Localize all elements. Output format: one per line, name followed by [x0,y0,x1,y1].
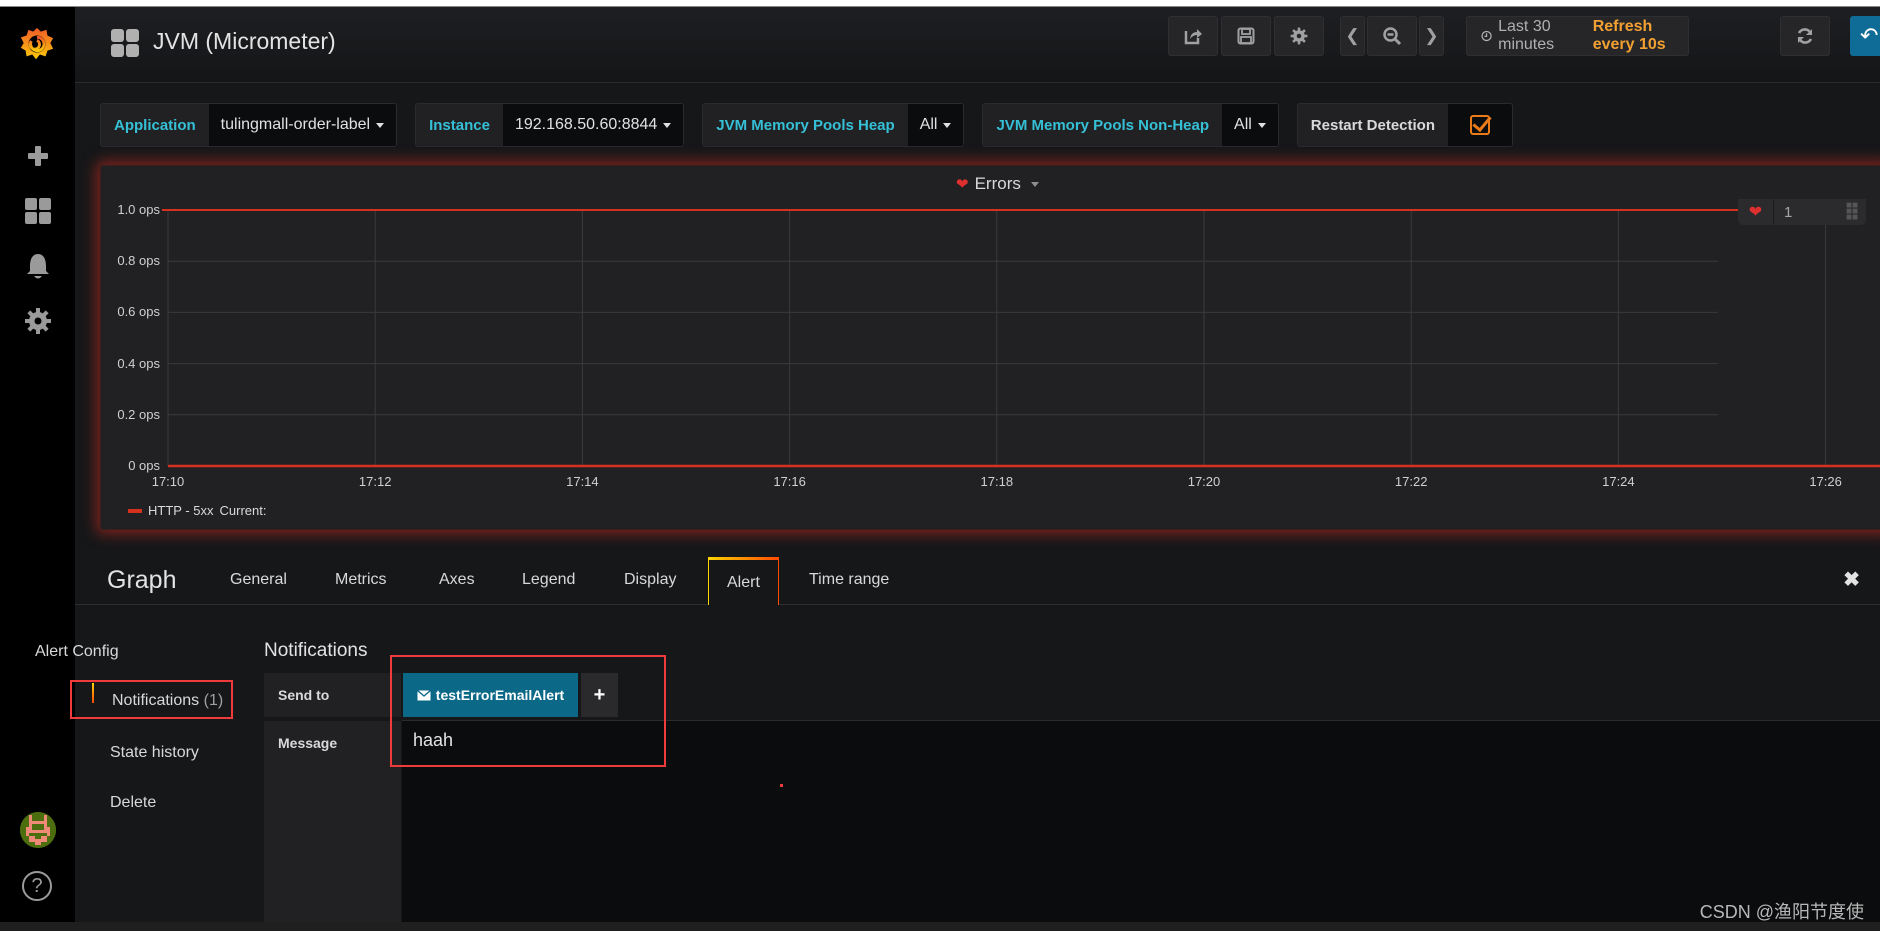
y-tick-label: 0.6 ops [117,304,160,320]
x-tick-label: 17:10 [151,474,185,489]
message-label: Message [264,721,401,922]
tab-metrics[interactable]: Metrics [335,571,387,589]
y-tick-label: 0 ops [128,458,160,473]
x-tick-label: 17:22 [1394,474,1428,489]
x-tick-label: 17:20 [1187,474,1221,489]
highlight-box [390,655,666,767]
alert-nav-delete[interactable]: Delete [110,794,156,812]
threshold-value: 1 [1784,203,1793,221]
x-tick-label: 17:18 [980,474,1014,489]
alert-nav-alert-config[interactable]: Alert Config [35,643,119,661]
x-tick-label: 17:24 [1602,474,1635,489]
y-tick-label: 0.2 ops [117,406,160,422]
tab-alert[interactable]: Alert [708,557,779,606]
x-tick-label: 17:12 [358,474,392,489]
close-editor-icon[interactable]: ✖ [1843,567,1860,592]
tab-axes[interactable]: Axes [439,571,475,589]
tab-display[interactable]: Display [624,571,676,589]
legend-series-swatch[interactable] [128,508,142,513]
drag-grip-icon[interactable]: ■■ ■■ ■■ [1846,201,1858,223]
y-tick-label: 0.4 ops [117,355,160,371]
tab-general[interactable]: General [230,571,287,589]
y-tick-label: 0.8 ops [117,253,160,269]
legend-series-name[interactable]: HTTP - 5xx [148,503,214,518]
broken-heart-icon: ❤ [1738,199,1774,225]
send-to-label: Send to [264,673,401,717]
tab-time-range[interactable]: Time range [809,571,889,589]
graph-legend: HTTP - 5xx Current: [128,503,266,518]
x-tick-label: 17:14 [566,474,599,489]
panel-type-title: Graph [107,566,177,594]
highlight-box [70,680,233,719]
alert-nav-state-history[interactable]: State history [110,744,199,762]
panel-editor-tabs: Graph General Metrics Axes Legend Displa… [75,552,1880,606]
red-dot [780,784,783,787]
notifications-section-title: Notifications [264,640,368,661]
os-taskbar [0,922,1880,931]
x-tick-label: 17:26 [1809,474,1842,489]
alert-threshold-handle[interactable]: ❤ 1 ■■ ■■ ■■ [1738,199,1866,225]
watermark: CSDN @渔阳节度使 [1699,902,1864,922]
legend-current-label: Current: [219,503,267,518]
y-tick-label: 1.0 ops [117,202,160,217]
tab-legend[interactable]: Legend [522,571,575,589]
x-tick-label: 17:16 [773,474,806,489]
